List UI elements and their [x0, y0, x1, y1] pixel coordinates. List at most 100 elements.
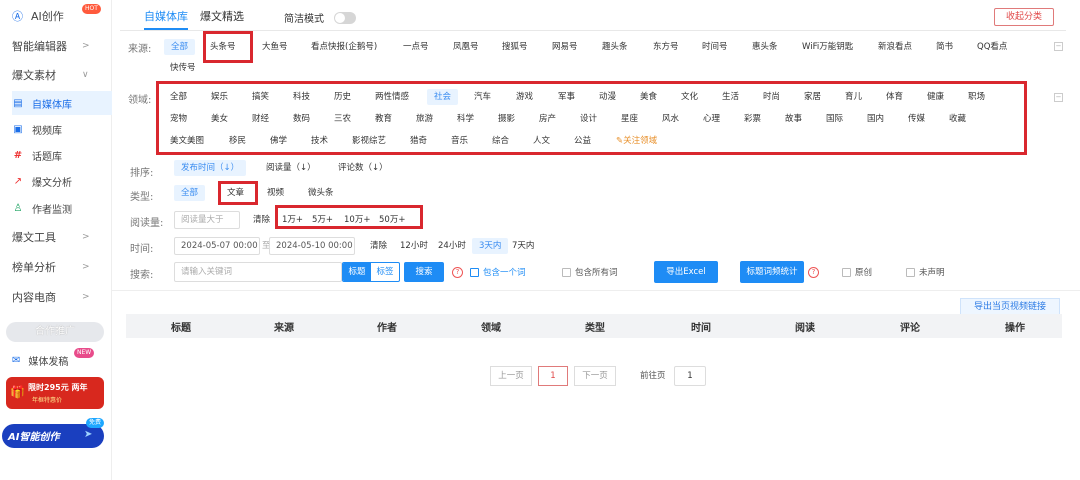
reads-option[interactable]: 10万+ [344, 212, 370, 228]
domain-item[interactable]: 时尚 [763, 89, 780, 105]
sidebar-item-video-library[interactable]: ▣ 视频库 [12, 117, 112, 141]
domain-item[interactable]: 影视综艺 [352, 133, 386, 149]
domain-item[interactable]: 传媒 [908, 111, 925, 127]
domain-item[interactable]: 历史 [334, 89, 351, 105]
help-icon[interactable]: ? [452, 267, 463, 278]
tab-hot-picks[interactable]: 爆文精选 [200, 8, 244, 28]
promo-banner-annual[interactable]: 🎁 限时295元 两年 年框特惠价 [6, 377, 104, 409]
domain-item[interactable]: 技术 [311, 133, 328, 149]
domain-item[interactable]: 设计 [580, 111, 597, 127]
reads-min-input[interactable]: 阅读量大于 [174, 211, 240, 229]
sidebar-item-ecommerce[interactable]: 内容电商 > [12, 288, 90, 306]
domain-item[interactable]: 收藏 [949, 111, 966, 127]
source-item[interactable]: 新浪看点 [878, 39, 912, 55]
search-button[interactable]: 搜索 [404, 262, 444, 282]
prev-page-button[interactable]: 上一页 [490, 366, 532, 386]
time-start-input[interactable]: 2024-05-07 00:00 [174, 237, 260, 255]
reads-option[interactable]: 50万+ [379, 212, 405, 228]
domain-item[interactable]: 音乐 [451, 133, 468, 149]
collapse-source-icon[interactable]: − [1054, 42, 1063, 51]
source-item[interactable]: 网易号 [552, 39, 578, 55]
collapse-domain-icon[interactable]: − [1054, 93, 1063, 102]
sidebar-item-media-publish[interactable]: ✉ 媒体发稿 [12, 351, 68, 369]
domain-item[interactable]: 家居 [804, 89, 821, 105]
source-item[interactable]: 东方号 [653, 39, 679, 55]
domain-item[interactable]: 综合 [492, 133, 509, 149]
domain-item[interactable]: 军事 [558, 89, 575, 105]
domain-item[interactable]: 三农 [334, 111, 351, 127]
contains-all-checkbox[interactable]: 包含所有词 [562, 266, 618, 278]
domain-item[interactable]: 公益 [574, 133, 591, 149]
domain-item[interactable]: 教育 [375, 111, 392, 127]
source-item[interactable]: 看点快报(企鹅号) [311, 39, 377, 55]
source-item[interactable]: 搜狐号 [502, 39, 528, 55]
type-micro[interactable]: 微头条 [308, 185, 334, 201]
domain-item[interactable]: 故事 [785, 111, 802, 127]
sidebar-item-media-library[interactable]: ▤ 自媒体库 [12, 91, 112, 115]
domain-item[interactable]: 健康 [927, 89, 944, 105]
sidebar-item-topic-library[interactable]: # 话题库 [12, 143, 112, 167]
source-item[interactable]: 一点号 [403, 39, 429, 55]
export-excel-button[interactable]: 导出Excel [654, 261, 718, 283]
domain-item[interactable]: 数码 [293, 111, 310, 127]
time-clear[interactable]: 清除 [370, 238, 387, 254]
goto-page-input[interactable]: 1 [674, 366, 706, 386]
collapse-categories-button[interactable]: 收起分类 [994, 8, 1054, 26]
source-item[interactable]: 凤凰号 [453, 39, 479, 55]
domain-item[interactable]: 人文 [533, 133, 550, 149]
domain-item[interactable]: 彩票 [744, 111, 761, 127]
domain-item[interactable]: 摄影 [498, 111, 515, 127]
domain-item[interactable]: 生活 [722, 89, 739, 105]
source-item[interactable]: QQ看点 [977, 39, 1007, 55]
sort-reads[interactable]: 阅读量（↓） [266, 160, 316, 176]
tab-media-library[interactable]: 自媒体库 [144, 8, 188, 28]
domain-item[interactable]: 两性情感 [375, 89, 409, 105]
domain-item[interactable]: 娱乐 [211, 89, 228, 105]
domain-item[interactable]: 佛学 [270, 133, 287, 149]
sidebar-item-tools[interactable]: 爆文工具 > [12, 228, 90, 246]
type-all[interactable]: 全部 [174, 185, 206, 201]
domain-item[interactable]: 风水 [662, 111, 679, 127]
domain-item[interactable]: 社会 [427, 89, 459, 105]
domain-item[interactable]: 移民 [229, 133, 246, 149]
reads-option[interactable]: 1万+ [282, 212, 303, 228]
original-checkbox[interactable]: 原创 [842, 266, 872, 278]
domain-item[interactable]: 游戏 [516, 89, 533, 105]
type-video[interactable]: 视频 [267, 185, 284, 201]
domain-item[interactable]: 汽车 [474, 89, 491, 105]
time-option[interactable]: 7天内 [512, 238, 534, 254]
domain-item[interactable]: 房产 [539, 111, 556, 127]
domain-item[interactable]: 职场 [968, 89, 985, 105]
sidebar-item-ai-create[interactable]: Ⓐ AI创作 [12, 7, 64, 25]
page-number[interactable]: 1 [538, 366, 568, 386]
search-mode-tag[interactable]: 标签 [371, 263, 399, 281]
reads-clear[interactable]: 清除 [253, 212, 270, 228]
time-option[interactable]: 24小时 [438, 238, 466, 254]
domain-item[interactable]: 国际 [826, 111, 843, 127]
source-item[interactable]: 趣头条 [602, 39, 628, 55]
simple-mode-toggle[interactable] [334, 12, 356, 24]
domain-item[interactable]: 美女 [211, 111, 228, 127]
domain-item[interactable]: 动漫 [599, 89, 616, 105]
sidebar-item-material[interactable]: 爆文素材 ∨ [12, 66, 89, 84]
domain-item[interactable]: 科学 [457, 111, 474, 127]
domain-item[interactable]: 科技 [293, 89, 310, 105]
unclaimed-checkbox[interactable]: 未声明 [906, 266, 945, 278]
reads-option[interactable]: 5万+ [312, 212, 333, 228]
domain-item[interactable]: 星座 [621, 111, 638, 127]
domain-item[interactable]: 心理 [703, 111, 720, 127]
domain-item[interactable]: 搞笑 [252, 89, 269, 105]
sidebar-item-smart-editor[interactable]: 智能编辑器 > [12, 37, 90, 55]
source-item[interactable]: 快传号 [170, 60, 196, 76]
source-item[interactable]: WiFi万能钥匙 [802, 39, 853, 55]
search-input[interactable]: 请输入关键词 [174, 262, 342, 282]
time-option[interactable]: 3天内 [472, 238, 509, 254]
domain-item[interactable]: 财经 [252, 111, 269, 127]
sort-comments[interactable]: 评论数（↓） [338, 160, 388, 176]
domain-item[interactable]: 全部 [170, 89, 187, 105]
contains-one-checkbox[interactable]: 包含一个词 [470, 266, 526, 278]
source-item[interactable]: 时间号 [702, 39, 728, 55]
domain-item[interactable]: 国内 [867, 111, 884, 127]
source-item[interactable]: 惠头条 [752, 39, 778, 55]
next-page-button[interactable]: 下一页 [574, 366, 616, 386]
